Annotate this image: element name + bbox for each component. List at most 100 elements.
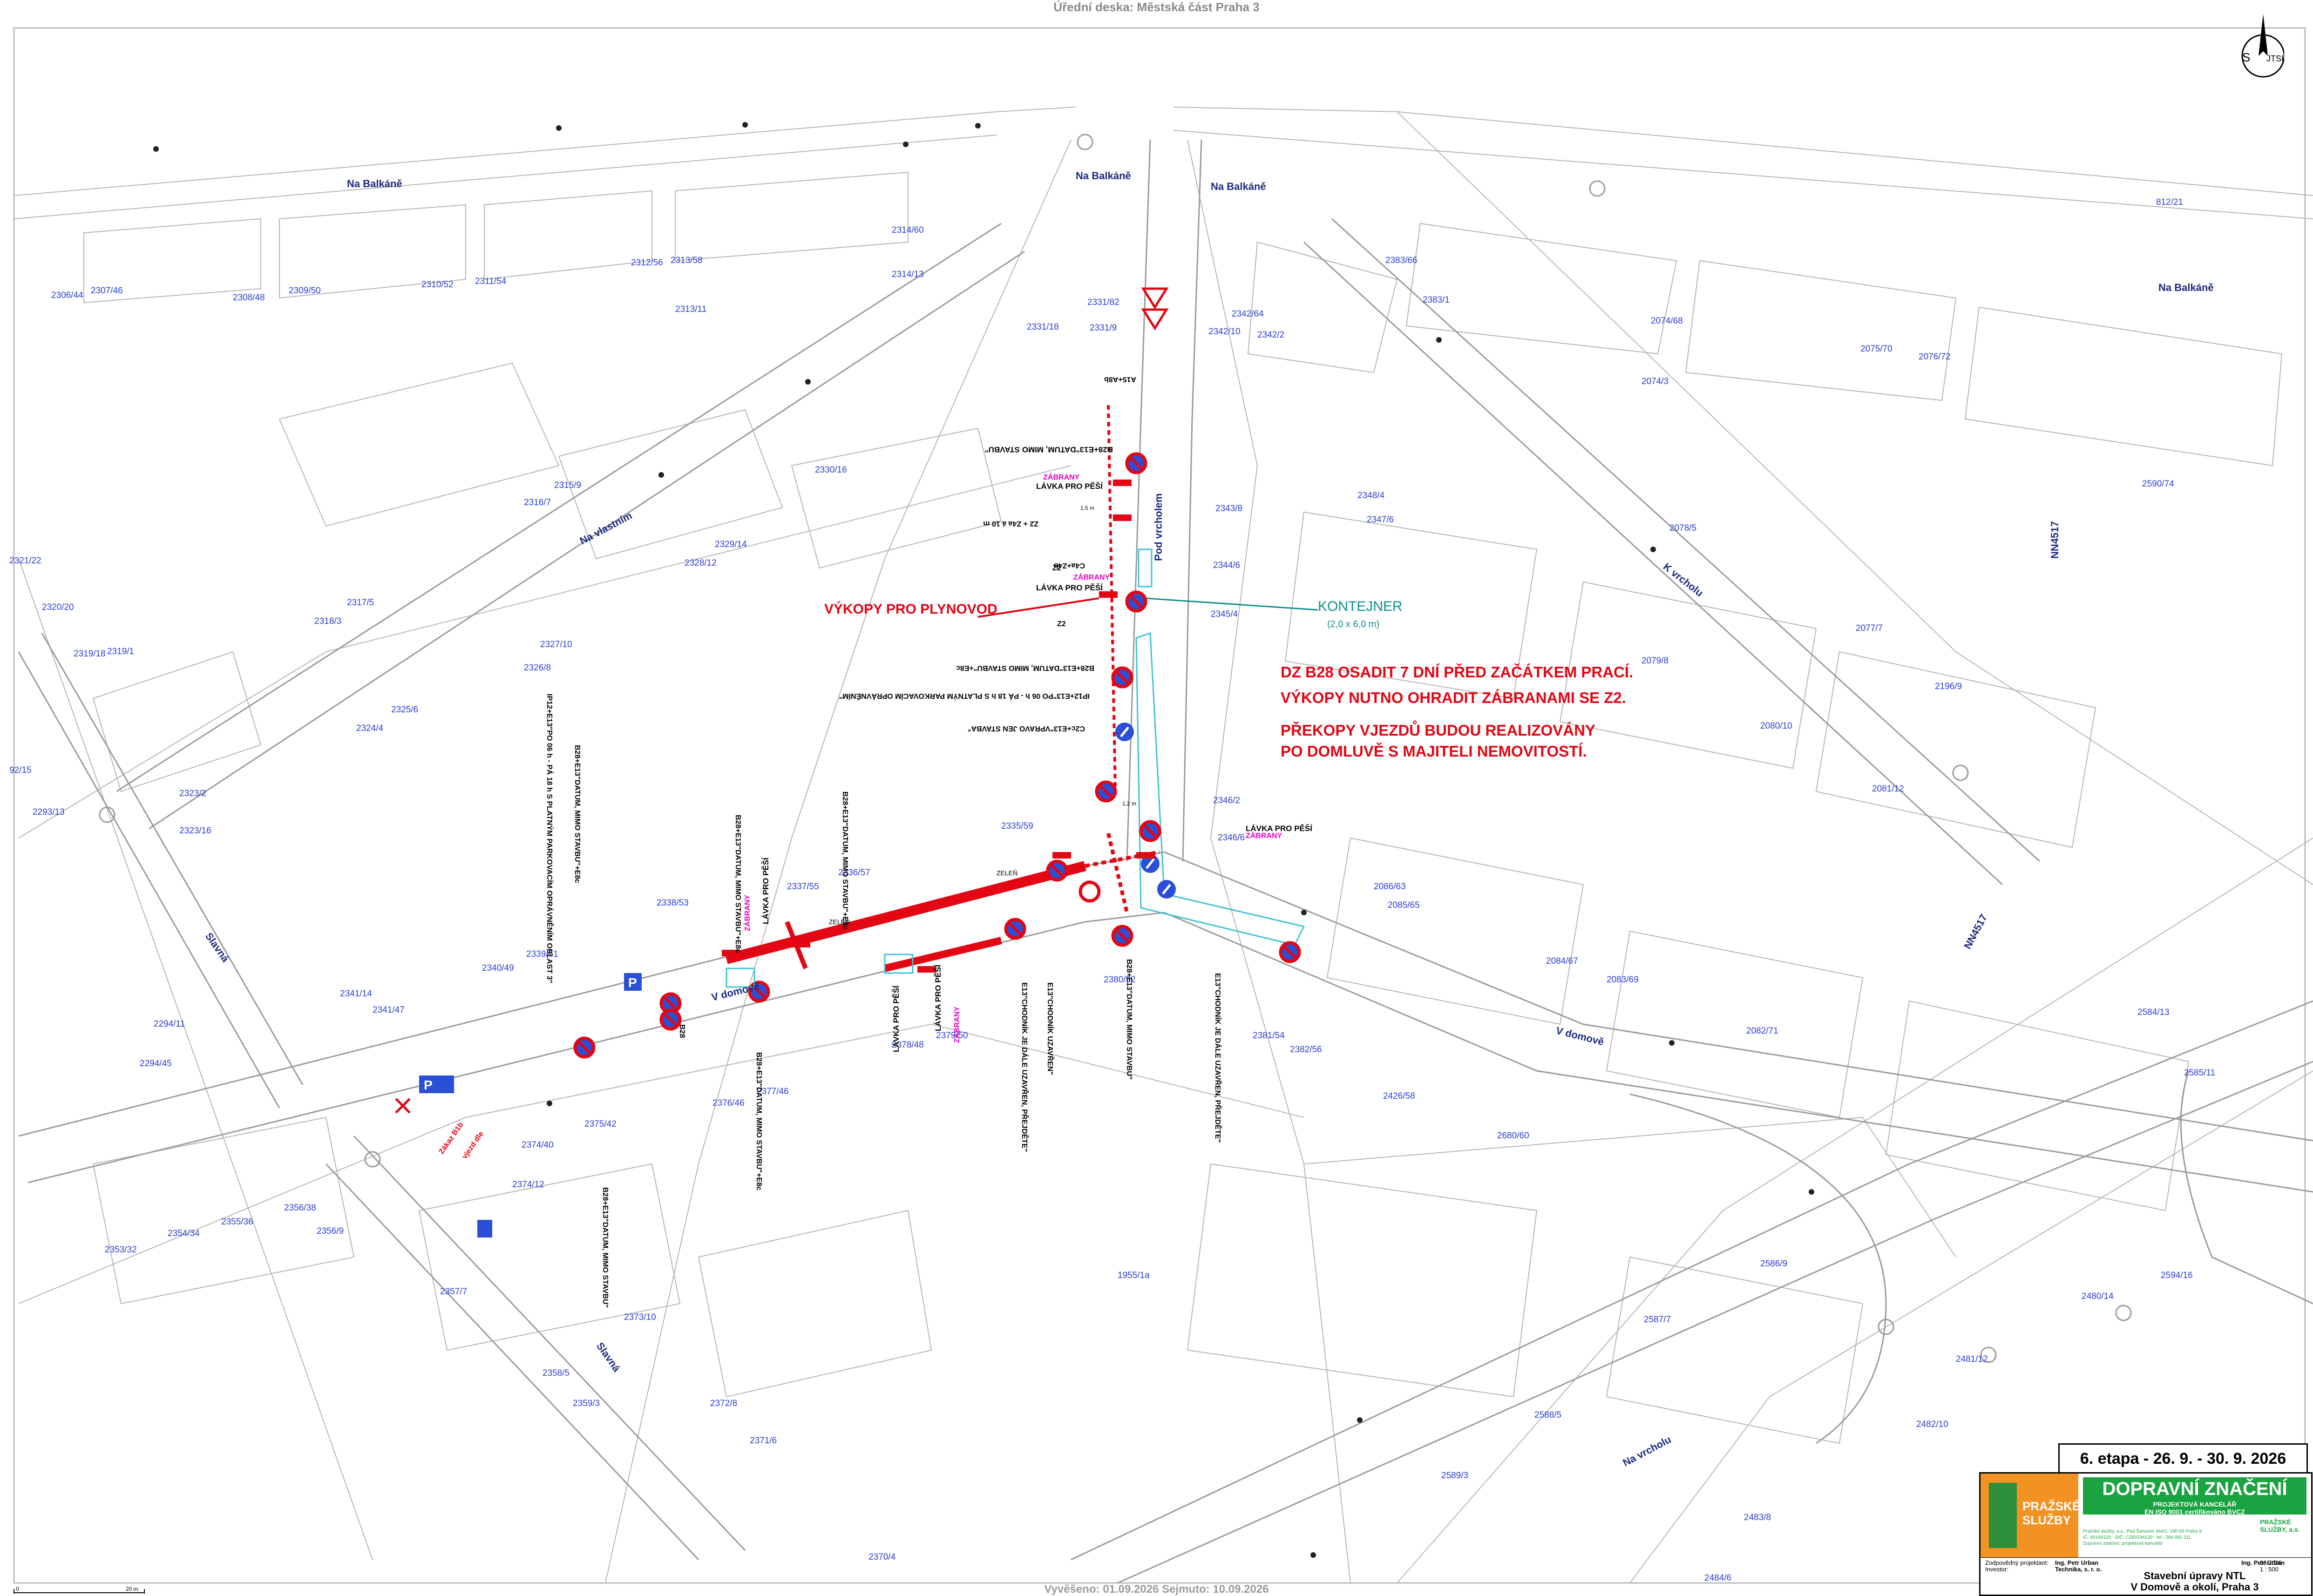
parcel-number: 2484/6 xyxy=(1704,1573,1731,1583)
poles xyxy=(153,122,1814,1558)
parcel-number: 2342/64 xyxy=(1232,309,1264,319)
street-edges xyxy=(18,139,2313,1584)
parcel-number: 812/21 xyxy=(2156,197,2183,207)
no-parking-sign[interactable] xyxy=(1111,925,1133,947)
no-parking-sign[interactable] xyxy=(1125,590,1147,613)
parcel-labels: 2314/60 2314/13 2306/44 2307/46 2308/48 … xyxy=(9,197,2215,1583)
barriers-z2 xyxy=(722,480,1155,988)
parcel-number: 1955/1a xyxy=(1118,1271,1150,1280)
parcel-number: 2337/55 xyxy=(787,882,819,892)
vjezd-label: vjezd dle xyxy=(461,1130,485,1160)
parcel-number: 2338/53 xyxy=(657,898,689,908)
no-parking-sign[interactable] xyxy=(1279,941,1301,963)
parcel-number: 2324/4 xyxy=(356,724,384,733)
parcel-number: 2309/50 xyxy=(289,286,321,296)
trench-main xyxy=(725,861,1086,964)
traffic-signs: P P xyxy=(395,287,1301,1238)
map-drawing[interactable]: P P Na Balkáně Na Balkáně Na Balkáně Na … xyxy=(0,0,2313,1596)
mandatory-direction-sign[interactable] xyxy=(1157,880,1176,899)
notice-line-4: PO DOMLUVĚ S MAJITELI NEMOVITOSTÍ. xyxy=(1281,743,1587,760)
plan-date: 08/2026 xyxy=(2260,1559,2282,1566)
trees xyxy=(99,134,2132,1363)
barrier xyxy=(1052,852,1071,859)
parcel-number: 2086/63 xyxy=(1374,882,1406,892)
give-way-sign[interactable] xyxy=(1141,308,1169,331)
svg-text:P: P xyxy=(424,1078,433,1092)
parcel-number: 2331/82 xyxy=(1087,298,1119,307)
sign-b28-left: B28+E13"DATUM, MIMO STAVBU"+E8c xyxy=(573,745,581,883)
no-parking-sign[interactable] xyxy=(1111,666,1133,689)
zabrany-label: ZÁBRANY xyxy=(1073,573,1110,582)
no-parking-sign[interactable] xyxy=(573,1036,596,1059)
info-sign[interactable] xyxy=(477,1220,492,1238)
no-parking-sign[interactable] xyxy=(1095,780,1117,803)
contact-block: Pražské služby, a.s., Pod Šancemi 444/1,… xyxy=(2083,1528,2306,1555)
sign-c4a: C4a+Z4b xyxy=(1054,561,1085,569)
parcel-number: 2381/54 xyxy=(1253,1031,1285,1041)
parcel-number: 2341/47 xyxy=(373,1005,405,1015)
notice-line-2: VÝKOPY NUTNO OHRADIT ZÁBRANAMI SE Z2. xyxy=(1281,689,1626,706)
parcel-number: 2325/6 xyxy=(391,705,418,715)
parcel-number: 2318/3 xyxy=(314,616,341,626)
notice-line-3: PŘEKOPY VJEZDŮ BUDOU REALIZOVÁNY xyxy=(1281,720,1595,739)
parcel-number: 2356/9 xyxy=(317,1226,344,1236)
lavka-label: LÁVKA PRO PĚŠÍ xyxy=(892,985,901,1052)
north-arrow: S JTSK xyxy=(2241,14,2284,78)
zabrany-label: ZÁBRANY xyxy=(743,894,752,931)
parcel-number: 2321/22 xyxy=(9,556,41,566)
street-label: NN4517 xyxy=(2049,521,2061,559)
no-parking-sign[interactable] xyxy=(1004,918,1026,940)
lavka-label: LÁVKA PRO PĚŠÍ xyxy=(934,964,943,1031)
dimension-label: 1,5 m xyxy=(1080,505,1094,511)
contact-line: IČ: 60194120 · DIČ: CZ60194120 · tel.: 2… xyxy=(2083,1535,2191,1540)
parcel-number: 2329/14 xyxy=(715,540,747,549)
no-parking-sign[interactable] xyxy=(1125,452,1147,474)
dopravni-znaceni-banner: DOPRAVNÍ ZNAČENÍ PROJEKTOVÁ KANCELÁŘ EN … xyxy=(2083,1477,2306,1515)
parcel-number: 2354/34 xyxy=(168,1229,200,1238)
parcel-number: 2328/12 xyxy=(685,558,717,568)
street-label: Na Balkáně xyxy=(1211,181,1266,192)
parcel-number: 2076/72 xyxy=(1919,352,1951,362)
no-entry-sign[interactable] xyxy=(1078,880,1101,903)
parcel-number: 2372/8 xyxy=(710,1399,737,1408)
parcel-number: 2311/54 xyxy=(475,277,507,286)
contact-line: Dopravní značení, projektová kancelář xyxy=(2083,1541,2163,1546)
sign-c2c: C2c+E13"VPRAVO JEN STAVBA" xyxy=(968,724,1085,732)
parcel-number: 2345/4 xyxy=(1211,609,1238,619)
parcel-number: 2077/7 xyxy=(1856,623,1883,633)
closure-outline xyxy=(1135,632,1305,946)
parcel-number: 2330/16 xyxy=(815,465,847,475)
sign-b28-bottom2: B28+E13"DATUM, MIMO STAVBU" xyxy=(601,1187,609,1308)
kontejner-rect xyxy=(1138,548,1153,588)
no-parking-sign[interactable] xyxy=(1046,859,1068,882)
no-parking-sign[interactable] xyxy=(659,1008,682,1031)
z2-label: Z2 xyxy=(1057,620,1066,628)
mandatory-direction-sign[interactable] xyxy=(1115,723,1134,741)
street-label: Na Balkáně xyxy=(1076,170,1131,182)
sign-b28-right: B28+E13"DATUM, MIMO STAVBU" xyxy=(1125,959,1133,1080)
parcel-number: 2319/1 xyxy=(107,647,134,656)
company-cert: EN ISO 9001 certifikováno BVCZ xyxy=(2144,1508,2245,1515)
parcel-number: 2346/6 xyxy=(1218,833,1245,843)
parking-sign[interactable]: P xyxy=(419,1075,454,1093)
street-label: Slavná xyxy=(594,1340,623,1374)
parcel-number: 2323/16 xyxy=(179,826,211,836)
parcel-number: 2383/66 xyxy=(1385,256,1418,265)
parking-sign[interactable]: P xyxy=(624,973,642,991)
give-way-sign[interactable] xyxy=(1141,287,1169,310)
zabrany-label: ZÁBRANY xyxy=(1043,473,1080,481)
street-label: K vrcholu xyxy=(1661,561,1705,599)
north-letter: S xyxy=(2242,50,2250,64)
trench-dotted-north xyxy=(1107,405,1117,792)
zakaz-label: Zákaz B1b xyxy=(437,1121,465,1156)
company-main: DOPRAVNÍ ZNAČENÍ xyxy=(2102,1479,2287,1499)
parcel-number: 2075/70 xyxy=(1860,344,1892,354)
street-label: Slavná xyxy=(203,931,232,965)
dimension-label: 1,2 m xyxy=(1122,800,1136,807)
parcel-number: 2331/9 xyxy=(1090,323,1117,333)
parcel-number: 2382/56 xyxy=(1290,1045,1322,1055)
street-label: Na Balkáně xyxy=(347,178,402,189)
zabrany-label: ZÁBRANY xyxy=(952,1006,961,1043)
parcel-number: 2357/7 xyxy=(440,1287,467,1297)
no-parking-sign[interactable] xyxy=(1139,820,1161,842)
